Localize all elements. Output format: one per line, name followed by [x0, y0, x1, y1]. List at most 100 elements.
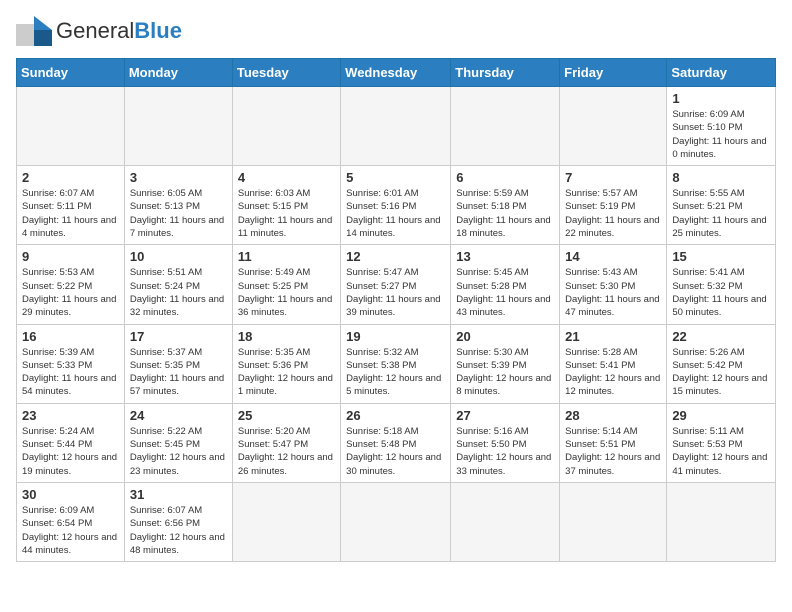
day-cell: 12Sunrise: 5:47 AM Sunset: 5:27 PM Dayli…: [341, 245, 451, 324]
day-number: 11: [238, 249, 335, 264]
day-info: Sunrise: 6:01 AM Sunset: 5:16 PM Dayligh…: [346, 187, 445, 240]
day-cell: [451, 87, 560, 166]
day-info: Sunrise: 5:18 AM Sunset: 5:48 PM Dayligh…: [346, 425, 445, 478]
day-info: Sunrise: 5:20 AM Sunset: 5:47 PM Dayligh…: [238, 425, 335, 478]
day-number: 12: [346, 249, 445, 264]
day-cell: [560, 482, 667, 561]
day-info: Sunrise: 5:24 AM Sunset: 5:44 PM Dayligh…: [22, 425, 119, 478]
day-cell: [560, 87, 667, 166]
day-cell: 10Sunrise: 5:51 AM Sunset: 5:24 PM Dayli…: [124, 245, 232, 324]
day-cell: 3Sunrise: 6:05 AM Sunset: 5:13 PM Daylig…: [124, 166, 232, 245]
day-cell: 18 Sunrise: 5:35 AM Sunset: 5:36 PM Dayli…: [232, 324, 340, 403]
day-cell: 5Sunrise: 6:01 AM Sunset: 5:16 PM Daylig…: [341, 166, 451, 245]
day-cell: [341, 482, 451, 561]
day-number: 29: [672, 408, 770, 423]
day-cell: 9 Sunrise: 5:53 AM Sunset: 5:22 PM Daylig…: [17, 245, 125, 324]
weekday-header-row: SundayMondayTuesdayWednesdayThursdayFrid…: [17, 59, 776, 87]
day-number: 9: [22, 249, 119, 264]
day-info: Sunrise: 5:41 AM Sunset: 5:32 PM Dayligh…: [672, 266, 770, 319]
day-number: 28: [565, 408, 661, 423]
day-cell: 24 Sunrise: 5:22 AM Sunset: 5:45 PM Dayli…: [124, 403, 232, 482]
logo: GeneralBlue: [16, 16, 182, 46]
day-cell: 17Sunrise: 5:37 AM Sunset: 5:35 PM Dayli…: [124, 324, 232, 403]
day-number: 24: [130, 408, 227, 423]
day-number: 7: [565, 170, 661, 185]
day-cell: 2Sunrise: 6:07 AM Sunset: 5:11 PM Daylig…: [17, 166, 125, 245]
day-cell: 25 Sunrise: 5:20 AM Sunset: 5:47 PM Dayli…: [232, 403, 340, 482]
day-cell: 23 Sunrise: 5:24 AM Sunset: 5:44 PM Dayli…: [17, 403, 125, 482]
calendar-table: SundayMondayTuesdayWednesdayThursdayFrid…: [16, 58, 776, 562]
day-info: Sunrise: 5:11 AM Sunset: 5:53 PM Dayligh…: [672, 425, 770, 478]
week-row-1: 1 Sunrise: 6:09 AM Sunset: 5:10 PM Daylig…: [17, 87, 776, 166]
day-info: Sunrise: 6:07 AM Sunset: 6:56 PM Dayligh…: [130, 504, 227, 557]
day-number: 19: [346, 329, 445, 344]
day-cell: 14 Sunrise: 5:43 AM Sunset: 5:30 PM Dayli…: [560, 245, 667, 324]
day-info: Sunrise: 5:30 AM Sunset: 5:39 PM Dayligh…: [456, 346, 554, 399]
page-header: GeneralBlue: [16, 16, 776, 46]
day-info: Sunrise: 5:57 AM Sunset: 5:19 PM Dayligh…: [565, 187, 661, 240]
day-info: Sunrise: 5:16 AM Sunset: 5:50 PM Dayligh…: [456, 425, 554, 478]
day-info: Sunrise: 5:53 AM Sunset: 5:22 PM Dayligh…: [22, 266, 119, 319]
day-info: Sunrise: 6:09 AM Sunset: 6:54 PM Dayligh…: [22, 504, 119, 557]
weekday-header-saturday: Saturday: [667, 59, 776, 87]
day-number: 4: [238, 170, 335, 185]
day-cell: [232, 482, 340, 561]
logo-icon: [16, 16, 52, 46]
day-cell: [17, 87, 125, 166]
day-info: Sunrise: 5:49 AM Sunset: 5:25 PM Dayligh…: [238, 266, 335, 319]
day-number: 27: [456, 408, 554, 423]
week-row-2: 2Sunrise: 6:07 AM Sunset: 5:11 PM Daylig…: [17, 166, 776, 245]
day-number: 15: [672, 249, 770, 264]
day-cell: 4Sunrise: 6:03 AM Sunset: 5:15 PM Daylig…: [232, 166, 340, 245]
day-cell: 30 Sunrise: 6:09 AM Sunset: 6:54 PM Dayli…: [17, 482, 125, 561]
day-info: Sunrise: 6:09 AM Sunset: 5:10 PM Dayligh…: [672, 108, 770, 161]
day-cell: [232, 87, 340, 166]
day-cell: 7 Sunrise: 5:57 AM Sunset: 5:19 PM Daylig…: [560, 166, 667, 245]
day-number: 13: [456, 249, 554, 264]
day-cell: [451, 482, 560, 561]
day-info: Sunrise: 5:45 AM Sunset: 5:28 PM Dayligh…: [456, 266, 554, 319]
day-cell: 29 Sunrise: 5:11 AM Sunset: 5:53 PM Dayli…: [667, 403, 776, 482]
day-number: 31: [130, 487, 227, 502]
day-info: Sunrise: 5:39 AM Sunset: 5:33 PM Dayligh…: [22, 346, 119, 399]
weekday-header-sunday: Sunday: [17, 59, 125, 87]
day-cell: 21Sunrise: 5:28 AM Sunset: 5:41 PM Dayli…: [560, 324, 667, 403]
day-cell: 16Sunrise: 5:39 AM Sunset: 5:33 PM Dayli…: [17, 324, 125, 403]
day-info: Sunrise: 5:32 AM Sunset: 5:38 PM Dayligh…: [346, 346, 445, 399]
day-number: 18: [238, 329, 335, 344]
day-number: 23: [22, 408, 119, 423]
day-cell: 26 Sunrise: 5:18 AM Sunset: 5:48 PM Dayli…: [341, 403, 451, 482]
day-cell: 1 Sunrise: 6:09 AM Sunset: 5:10 PM Daylig…: [667, 87, 776, 166]
day-cell: 20 Sunrise: 5:30 AM Sunset: 5:39 PM Dayli…: [451, 324, 560, 403]
day-number: 6: [456, 170, 554, 185]
week-row-6: 30 Sunrise: 6:09 AM Sunset: 6:54 PM Dayli…: [17, 482, 776, 561]
day-cell: [667, 482, 776, 561]
day-number: 14: [565, 249, 661, 264]
week-row-5: 23 Sunrise: 5:24 AM Sunset: 5:44 PM Dayli…: [17, 403, 776, 482]
weekday-header-tuesday: Tuesday: [232, 59, 340, 87]
day-number: 1: [672, 91, 770, 106]
day-info: Sunrise: 5:43 AM Sunset: 5:30 PM Dayligh…: [565, 266, 661, 319]
day-info: Sunrise: 5:22 AM Sunset: 5:45 PM Dayligh…: [130, 425, 227, 478]
day-cell: 27 Sunrise: 5:16 AM Sunset: 5:50 PM Dayli…: [451, 403, 560, 482]
week-row-4: 16Sunrise: 5:39 AM Sunset: 5:33 PM Dayli…: [17, 324, 776, 403]
day-cell: 22Sunrise: 5:26 AM Sunset: 5:42 PM Dayli…: [667, 324, 776, 403]
day-cell: 6Sunrise: 5:59 AM Sunset: 5:18 PM Daylig…: [451, 166, 560, 245]
weekday-header-thursday: Thursday: [451, 59, 560, 87]
day-info: Sunrise: 6:07 AM Sunset: 5:11 PM Dayligh…: [22, 187, 119, 240]
day-info: Sunrise: 5:14 AM Sunset: 5:51 PM Dayligh…: [565, 425, 661, 478]
day-cell: 13 Sunrise: 5:45 AM Sunset: 5:28 PM Dayli…: [451, 245, 560, 324]
day-cell: 19 Sunrise: 5:32 AM Sunset: 5:38 PM Dayli…: [341, 324, 451, 403]
day-number: 30: [22, 487, 119, 502]
day-cell: [124, 87, 232, 166]
day-info: Sunrise: 5:35 AM Sunset: 5:36 PM Dayligh…: [238, 346, 335, 399]
weekday-header-monday: Monday: [124, 59, 232, 87]
day-info: Sunrise: 6:05 AM Sunset: 5:13 PM Dayligh…: [130, 187, 227, 240]
day-cell: 28 Sunrise: 5:14 AM Sunset: 5:51 PM Dayli…: [560, 403, 667, 482]
day-info: Sunrise: 5:51 AM Sunset: 5:24 PM Dayligh…: [130, 266, 227, 319]
day-number: 20: [456, 329, 554, 344]
day-cell: 8Sunrise: 5:55 AM Sunset: 5:21 PM Daylig…: [667, 166, 776, 245]
day-number: 26: [346, 408, 445, 423]
day-info: Sunrise: 5:28 AM Sunset: 5:41 PM Dayligh…: [565, 346, 661, 399]
day-number: 25: [238, 408, 335, 423]
